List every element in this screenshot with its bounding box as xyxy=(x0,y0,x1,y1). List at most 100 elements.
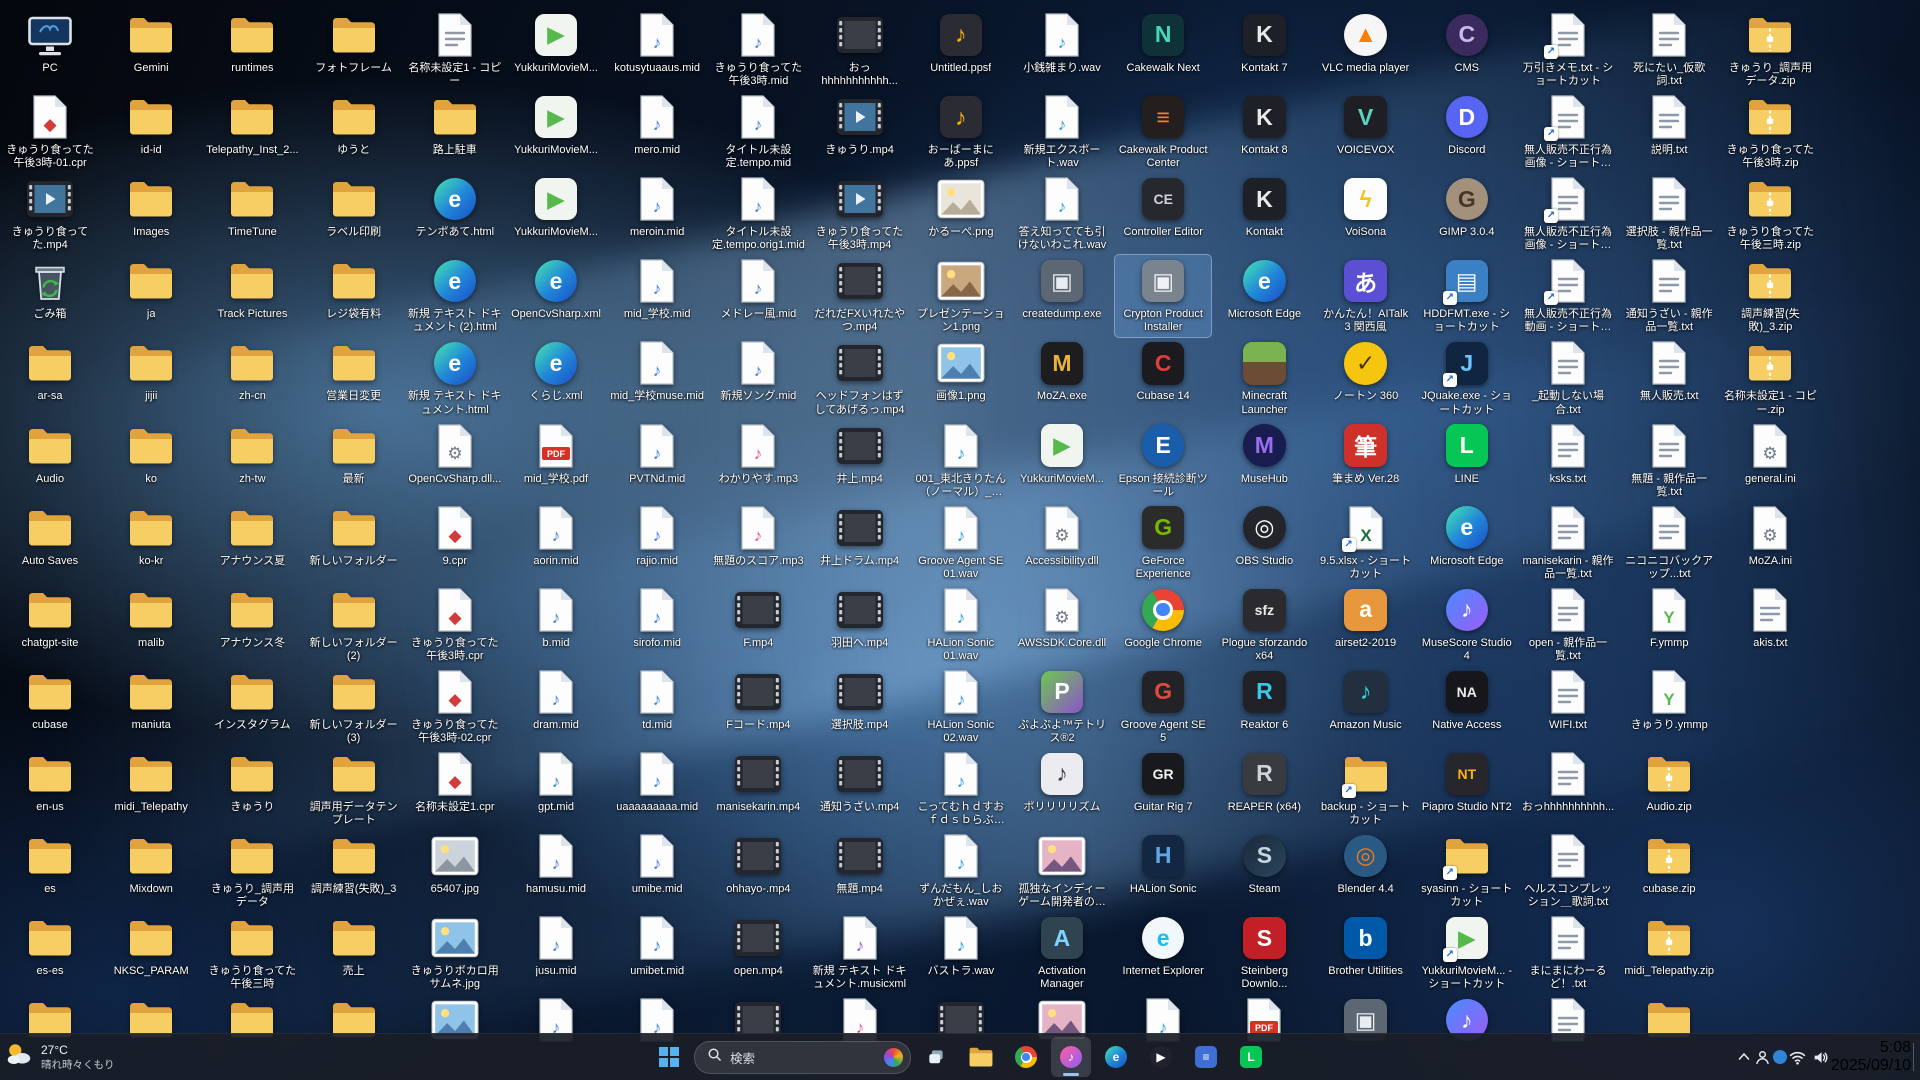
desktop-item[interactable]: ♪ 小銭雑まり.wav xyxy=(1014,9,1110,77)
desktop-item[interactable]: NA Native Access xyxy=(1419,666,1515,734)
desktop-item[interactable]: ♪ aorin.mid xyxy=(508,502,604,570)
desktop-item[interactable]: ♪ きゅうり食ってた午後3時.mid xyxy=(710,9,806,90)
desktop-item[interactable]: P ぷよぷよ™テトリス®2 xyxy=(1014,666,1110,747)
desktop-item[interactable]: 選択肢 - 親作品一覧.txt xyxy=(1621,173,1717,254)
desktop-item[interactable]: ♪ MuseScore Studio 4 xyxy=(1419,584,1515,665)
desktop-item[interactable]: ksks.txt xyxy=(1520,420,1616,488)
desktop-item[interactable]: ♪ Untitled.ppsf xyxy=(913,9,1009,77)
desktop-item[interactable]: ♪ バストラ.wav xyxy=(913,912,1009,980)
tray-people-button[interactable] xyxy=(1754,1039,1771,1075)
desktop-item[interactable]: es xyxy=(2,830,98,898)
desktop-item[interactable]: D Discord xyxy=(1419,91,1515,159)
desktop-item[interactable]: Y F.ymmp xyxy=(1621,584,1717,652)
desktop-item[interactable]: X ↗ 9.5.xlsx - ショートカット xyxy=(1318,502,1414,583)
desktop-item[interactable]: ko-kr xyxy=(103,502,199,570)
desktop-item[interactable]: ♪ mid_学校.mid xyxy=(609,255,705,323)
desktop-item[interactable]: runtimes xyxy=(204,9,300,77)
desktop-item[interactable]: Minecraft Launcher xyxy=(1216,337,1312,418)
desktop-item[interactable]: ♪ タイトル未設定.tempo.mid xyxy=(710,91,806,172)
desktop-item[interactable]: Audio xyxy=(2,420,98,488)
desktop-item[interactable]: アナウンス夏 xyxy=(204,502,300,570)
desktop-item[interactable]: Audio.zip xyxy=(1621,748,1717,816)
desktop-item[interactable]: ▲ VLC media player xyxy=(1318,9,1414,77)
desktop-item[interactable]: ◆ 名称未設定1.cpr xyxy=(407,748,503,816)
desktop-item[interactable]: ⚙ OpenCvSharp.dll... xyxy=(407,420,503,488)
desktop-item[interactable]: Mixdown xyxy=(103,830,199,898)
desktop-item[interactable]: Fコード.mp4 xyxy=(710,666,806,734)
desktop-item[interactable]: open - 親作品一覧.txt xyxy=(1520,584,1616,665)
taskbar-app-microsoft-edge[interactable]: e xyxy=(1096,1037,1136,1077)
taskbar-app-file-explorer[interactable] xyxy=(961,1037,1001,1077)
desktop-item[interactable]: かるーぺ.png xyxy=(913,173,1009,241)
desktop-item[interactable]: zh-cn xyxy=(204,337,300,405)
desktop-item[interactable]: ♪ メドレー風.mid xyxy=(710,255,806,323)
desktop-item[interactable]: きゅうり食ってた午後3時.zip xyxy=(1722,91,1818,172)
desktop-item[interactable]: V VOICEVOX xyxy=(1318,91,1414,159)
desktop-item[interactable]: ♪ jusu.mid xyxy=(508,912,604,980)
desktop-item[interactable]: ◆ きゅうり食ってた午後3時.cpr xyxy=(407,584,503,665)
desktop-item[interactable]: K Kontakt 7 xyxy=(1216,9,1312,77)
desktop-item[interactable]: sfz Plogue sforzando x64 xyxy=(1216,584,1312,665)
desktop-item[interactable]: 売上 xyxy=(306,912,402,980)
desktop-item[interactable]: 死にたい_仮歌詞.txt xyxy=(1621,9,1717,90)
desktop-item[interactable]: ⚙ general.ini xyxy=(1722,420,1818,488)
desktop-item[interactable]: ▣ Crypton Product Installer xyxy=(1114,254,1213,338)
desktop-item[interactable]: ↗ 無人販売不正行為画像 - ショートカッ... xyxy=(1520,91,1616,172)
desktop-item[interactable]: WIFI.txt xyxy=(1520,666,1616,734)
desktop-item[interactable]: Google Chrome xyxy=(1115,584,1211,652)
desktop-item[interactable]: ♪ わかりやす.mp3 xyxy=(710,420,806,488)
desktop-item[interactable]: a airset2-2019 xyxy=(1318,584,1414,652)
desktop-item[interactable]: b Brother Utilities xyxy=(1318,912,1414,980)
desktop-item[interactable]: ♪ HALion Sonic 02.wav xyxy=(913,666,1009,747)
desktop-item[interactable]: きゅうり_調声用データ xyxy=(204,830,300,911)
desktop-item[interactable]: プレゼンテーション1.png xyxy=(913,255,1009,336)
desktop-item[interactable]: Images xyxy=(103,173,199,241)
desktop-item[interactable]: ▶ YukkuriMovieM... xyxy=(508,173,604,241)
desktop-item[interactable]: ニコニコバックアップ...txt xyxy=(1621,502,1717,583)
desktop-item[interactable]: 無人販売.txt xyxy=(1621,337,1717,405)
desktop-item[interactable]: ♪ b.mid xyxy=(508,584,604,652)
desktop-item[interactable]: NKSC_PARAM xyxy=(103,912,199,980)
desktop-item[interactable]: ♪ HALion Sonic 01.wav xyxy=(913,584,1009,665)
desktop-item[interactable]: 調声練習(失敗)_3.zip xyxy=(1722,255,1818,336)
desktop-item[interactable]: e Microsoft Edge xyxy=(1216,255,1312,323)
desktop-item[interactable]: だれだFXいれたやつ.mp4 xyxy=(812,255,908,336)
desktop-item[interactable]: G GeForce Experience xyxy=(1115,502,1211,583)
desktop-item[interactable]: ヘルスコンプレッション＿歌詞.txt xyxy=(1520,830,1616,911)
desktop-item[interactable]: きゅうり_調声用データ.zip xyxy=(1722,9,1818,90)
desktop-item[interactable]: ♪ ポリリリリズム xyxy=(1014,748,1110,816)
tray-chevron-button[interactable] xyxy=(1736,1039,1752,1075)
desktop-item[interactable]: 羽田へ.mp4 xyxy=(812,584,908,652)
desktop-item[interactable]: open.mp4 xyxy=(710,912,806,980)
desktop-item[interactable]: ♪ meroin.mid xyxy=(609,173,705,241)
desktop-item[interactable]: maniuta xyxy=(103,666,199,734)
desktop-item[interactable]: M MuseHub xyxy=(1216,420,1312,488)
desktop-item[interactable]: 最新 xyxy=(306,420,402,488)
desktop-item[interactable]: 筆筆まめ Ver.28 xyxy=(1318,420,1414,488)
desktop-item[interactable]: きゅうり食ってた.mp4 xyxy=(2,173,98,254)
desktop-item[interactable]: e テンポあて.html xyxy=(407,173,503,241)
desktop-item[interactable]: 調声用データテンプレート xyxy=(306,748,402,829)
desktop-item[interactable]: おっhhhhhhhhhh... xyxy=(1520,748,1616,816)
desktop-item[interactable]: 通知うざい - 親作品一覧.txt xyxy=(1621,255,1717,336)
desktop-item[interactable]: chatgpt-site xyxy=(2,584,98,652)
desktop-item[interactable]: malib xyxy=(103,584,199,652)
desktop-item[interactable]: ♪ sirofo.mid xyxy=(609,584,705,652)
desktop-item[interactable]: 選択肢.mp4 xyxy=(812,666,908,734)
desktop-item[interactable]: 新しいフォルダー (3) xyxy=(306,666,402,747)
desktop-item[interactable]: ♪ hamusu.mid xyxy=(508,830,604,898)
tray-app-button[interactable] xyxy=(1772,1039,1787,1075)
desktop-item[interactable]: 名称未設定1 - コピー.zip xyxy=(1722,337,1818,418)
desktop-item[interactable]: ⚙ MoZA.ini xyxy=(1722,502,1818,570)
desktop-item[interactable]: ▶ YukkuriMovieM... xyxy=(508,9,604,77)
desktop-item[interactable]: ♪ mero.mid xyxy=(609,91,705,159)
desktop-item[interactable]: ♪ mid_学校muse.mid xyxy=(609,337,705,405)
desktop-item[interactable]: ラベル印刷 xyxy=(306,173,402,241)
desktop-item[interactable]: es-es xyxy=(2,912,98,980)
desktop-item[interactable]: S Steinberg Downlo... xyxy=(1216,912,1312,993)
desktop-item[interactable]: _起動しない場合.txt xyxy=(1520,337,1616,418)
desktop-item[interactable]: ≡ Cakewalk Product Center xyxy=(1115,91,1211,172)
desktop-item[interactable]: K Kontakt xyxy=(1216,173,1312,241)
desktop-item[interactable]: きゅうり xyxy=(204,748,300,816)
desktop-item[interactable]: A Activation Manager xyxy=(1014,912,1110,993)
